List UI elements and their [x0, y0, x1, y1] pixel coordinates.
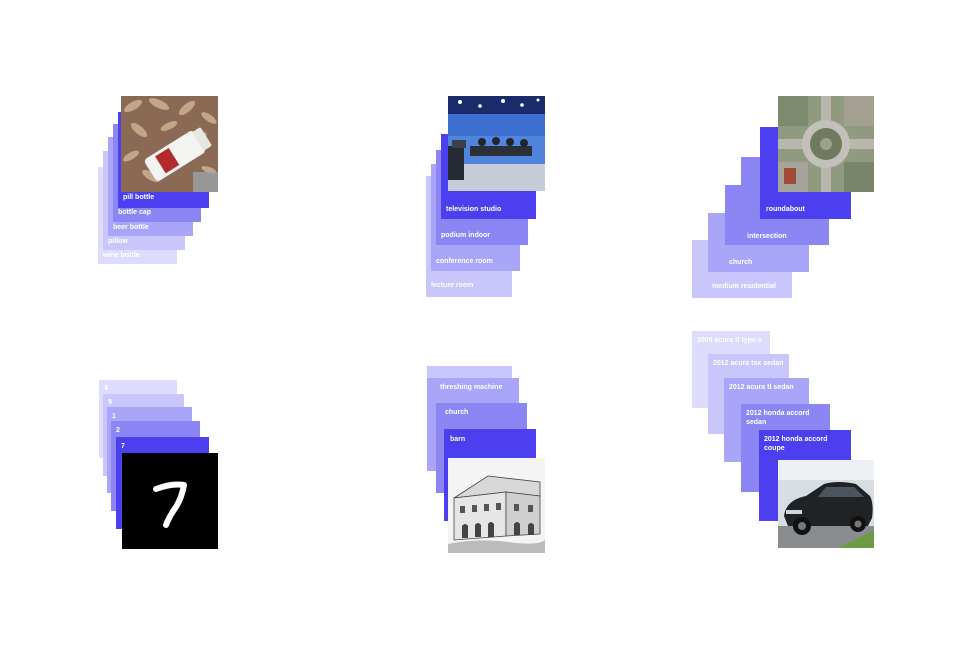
- prediction-label: 2012 acura tsx sedan: [713, 360, 784, 367]
- prediction-label: 1: [112, 413, 116, 420]
- prediction-label: church: [729, 259, 753, 266]
- prediction-label: 2012 acura tl sedan: [729, 384, 794, 391]
- prediction-label: threshing machine: [440, 384, 503, 391]
- prediction-label: wine bottle: [103, 252, 140, 259]
- prediction-label: pillow: [108, 238, 128, 245]
- pill-bottle-photo: [121, 96, 218, 192]
- prediction-label: medium residential: [712, 283, 776, 290]
- roundabout-aerial-photo: [778, 96, 874, 192]
- prediction-label: 2006 acura tl type-s: [697, 337, 762, 344]
- prediction-label: roundabout: [766, 206, 805, 213]
- prediction-label: intersection: [747, 233, 787, 240]
- prediction-label: 9: [108, 399, 112, 406]
- handwritten-digit-seven: [122, 453, 218, 549]
- prediction-label: bottle cap: [118, 209, 152, 216]
- prediction-card-rank-2-upper: [741, 157, 760, 219]
- prediction-label: 2012 honda accord coupe: [764, 436, 828, 452]
- prediction-label: barn: [450, 436, 466, 443]
- prediction-label: lecture room: [431, 282, 474, 289]
- prediction-label: 2012 honda accord sedan: [746, 410, 810, 426]
- prediction-label: church: [445, 409, 469, 416]
- honda-accord-photo: [778, 460, 874, 548]
- prediction-label: 7: [121, 443, 125, 450]
- prediction-label: podium indoor: [441, 232, 490, 239]
- prediction-card-rank-3-back: [427, 366, 512, 378]
- television-studio-photo: [448, 96, 545, 191]
- barn-sketch: [448, 458, 545, 553]
- prediction-label: 2: [116, 427, 120, 434]
- prediction-label: television studio: [446, 206, 502, 213]
- prediction-label: beer bottle: [113, 224, 149, 231]
- prediction-label: conference room: [436, 258, 493, 265]
- prediction-label: pill bottle: [123, 194, 155, 201]
- prediction-label: 4: [104, 385, 108, 392]
